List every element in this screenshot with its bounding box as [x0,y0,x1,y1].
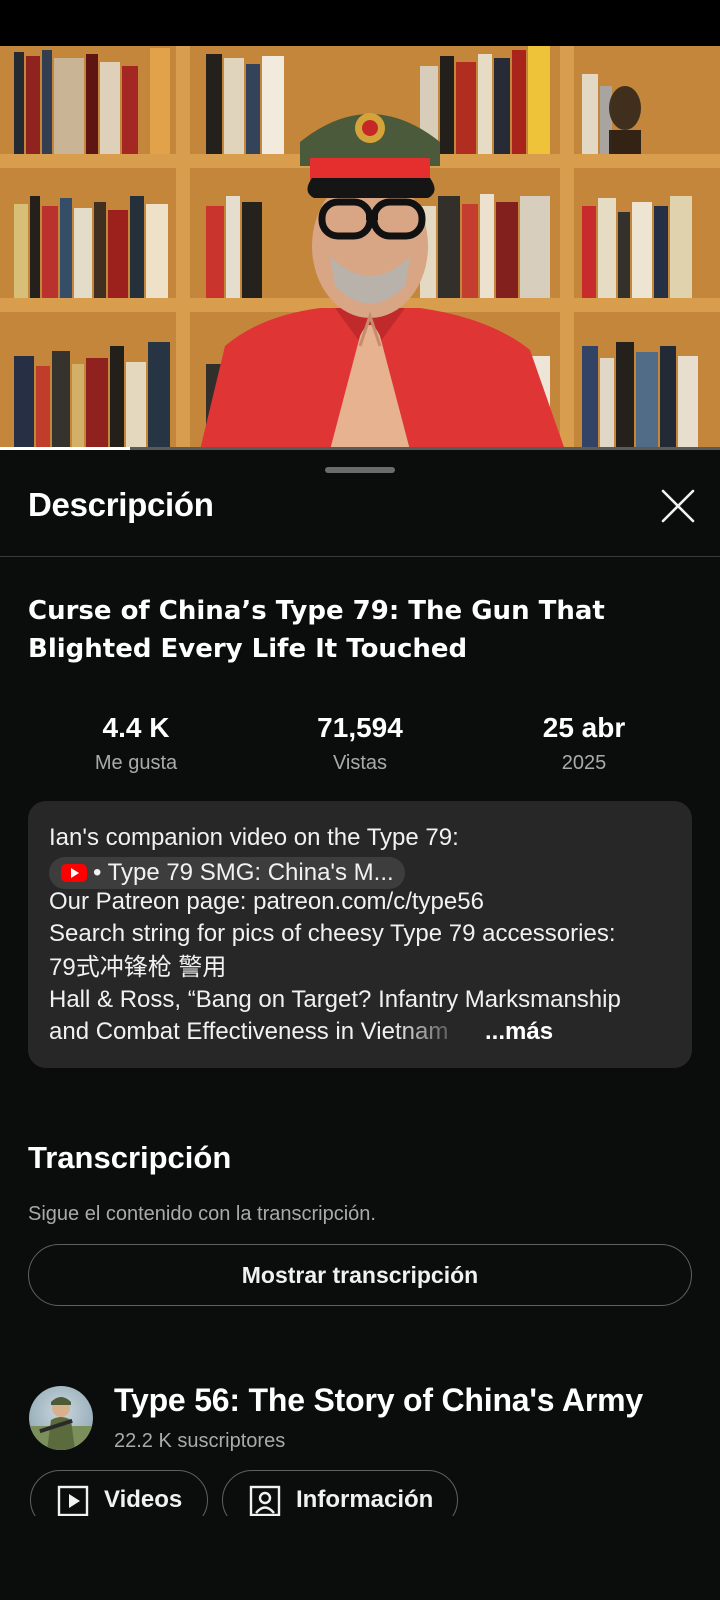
video-frame [0,46,720,450]
show-transcript-button[interactable]: Mostrar transcripción [28,1244,692,1306]
transcript-subtitle: Sigue el contenido con la transcripción. [28,1203,376,1225]
video-player[interactable] [0,46,720,450]
close-icon [661,489,695,523]
video-title: Curse of China’s Type 79: The Gun That B… [28,592,668,668]
avatar-image [29,1397,93,1450]
status-bar [0,0,720,46]
video-title-line-2: Blighted Every Life It Touched [28,634,468,664]
likes-value: 4.4 K [102,712,170,743]
channel-name[interactable]: Type 56: The Story of China's Army [114,1382,643,1419]
description-line: Search string for pics of cheesy Type 79… [49,920,616,947]
views-value: 71,594 [317,712,403,743]
description-box[interactable]: Ian's companion video on the Type 79: • … [28,801,692,1068]
patreon-line[interactable]: Our Patreon page: patreon.com/c/type56 [49,887,484,917]
drag-handle[interactable] [325,467,395,473]
bottom-edge [0,1516,720,1600]
likes-stat: 4.4 K Me gusta [36,712,236,775]
description-sheet: Descripción Curse of China’s Type 79: Th… [0,450,720,1600]
views-stat: 71,594 Vistas [260,712,460,775]
description-line: and Combat Effectiveness in Vietnam [49,1018,449,1045]
text-fade [393,1017,488,1047]
linked-video-title: • Type 79 SMG: China's M... [93,859,394,886]
description-line: Ian's companion video on the Type 79: [49,824,459,851]
date-value: 25 abr [542,712,626,743]
search-string-line: 79式冲锋枪 警用 [49,954,227,981]
sheet-title: Descripción [28,486,214,523]
channel-avatar[interactable] [29,1386,93,1450]
likes-label: Me gusta [94,752,178,774]
views-label: Vistas [332,752,388,774]
video-title-line-1: Curse of China’s Type 79: The Gun That [28,596,605,626]
play-icon [57,1485,89,1517]
more-link[interactable]: ...más [485,1017,553,1047]
subscriber-count: 22.2 K suscriptores [114,1430,286,1452]
person-icon [249,1485,281,1517]
divider [0,556,720,557]
transcript-title: Transcripción [28,1140,232,1175]
date-stat: 25 abr 2025 [484,712,684,775]
description-line: Hall & Ross, “Bang on Target? Infantry M… [49,986,621,1013]
date-year: 2025 [561,752,607,774]
linked-video-chip[interactable]: • Type 79 SMG: China's M... [49,857,405,889]
youtube-icon [61,864,87,882]
close-button[interactable] [658,486,698,526]
